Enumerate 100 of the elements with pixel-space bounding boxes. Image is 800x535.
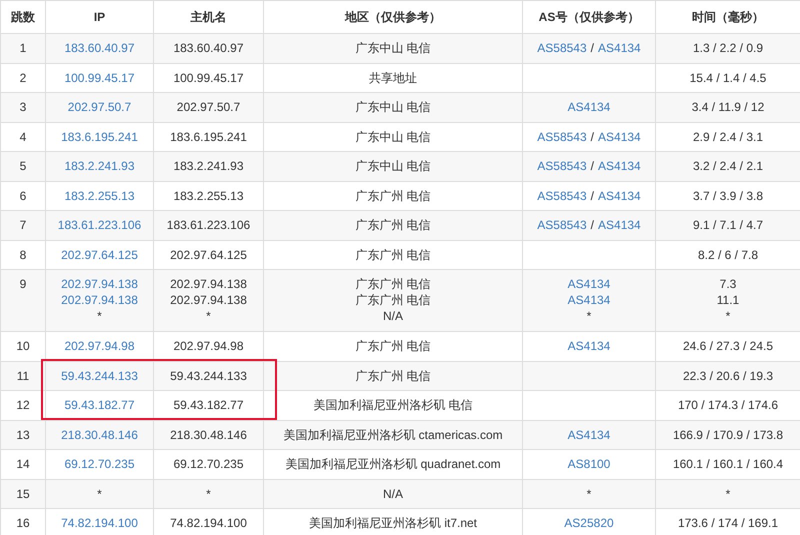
time-text: 3.2 / 2.4 / 2.1	[692, 158, 764, 174]
time-text: 3.4 / 11.9 / 12	[692, 99, 764, 116]
cell-text: /	[590, 217, 594, 234]
ip-link[interactable]: 202.97.94.138	[61, 292, 138, 308]
hop-number: 4	[20, 128, 26, 145]
hostname: 74.82.194.100	[170, 515, 247, 532]
as-link[interactable]: AS4134	[598, 128, 641, 145]
hostname: 202.97.94.138	[170, 276, 247, 292]
as-link[interactable]: AS58543	[537, 158, 587, 174]
ip-link[interactable]: 202.97.94.138	[61, 276, 138, 292]
hop-number: 5	[20, 158, 26, 174]
region-text: 广东中山 电信	[355, 128, 431, 145]
hostname: 218.30.48.146	[170, 426, 247, 443]
hostname: 183.2.241.93	[173, 158, 244, 174]
time-text: 173.6 / 174 / 169.1	[678, 515, 778, 532]
region-text: 广东广州 电信	[355, 292, 431, 308]
cell-text: /	[590, 188, 594, 204]
as-link[interactable]: AS4134	[568, 426, 610, 443]
time-text: 7.3	[720, 276, 736, 292]
hop-number: 14	[16, 456, 30, 472]
time-text: 8.2 / 6 / 7.8	[698, 246, 758, 263]
hostname: 183.6.195.241	[170, 128, 247, 145]
hostname: 183.2.255.13	[173, 188, 244, 204]
cell-text: *	[586, 486, 592, 502]
hostname: *	[206, 486, 211, 502]
as-link[interactable]: AS58543	[537, 128, 587, 145]
time-text: 3.7 / 3.9 / 3.8	[692, 188, 764, 204]
cell-text: *	[97, 308, 102, 324]
as-link[interactable]: AS4134	[598, 40, 641, 56]
hop-number: 11	[16, 368, 30, 384]
time-text: 22.3 / 20.6 / 19.3	[682, 368, 774, 384]
hop-number: 10	[16, 338, 30, 354]
cell-text: /	[590, 40, 594, 56]
region-text: 广东广州 电信	[355, 368, 431, 384]
hop-number: 7	[20, 217, 26, 234]
as-link[interactable]: AS4134	[598, 158, 641, 174]
region-text: 广东广州 电信	[355, 188, 431, 204]
as-link[interactable]: AS4134	[568, 338, 610, 354]
hostname: 183.61.223.106	[166, 217, 250, 234]
region-text: 广东中山 电信	[355, 158, 431, 174]
as-link[interactable]: AS4134	[568, 99, 610, 116]
time-text: *	[726, 308, 730, 324]
region-text: 共享地址	[369, 70, 417, 86]
hostname: 202.97.94.138	[170, 292, 247, 308]
time-text: 15.4 / 1.4 / 4.5	[690, 70, 766, 86]
hop-number: 2	[20, 70, 26, 86]
time-text: *	[726, 486, 730, 502]
cell-text: /	[590, 158, 594, 174]
hostname: 100.99.45.17	[173, 70, 244, 86]
region-text: 广东广州 电信	[355, 246, 431, 263]
region-text: N/A	[382, 486, 403, 502]
hop-number: 12	[16, 397, 30, 414]
as-link[interactable]: AS58543	[537, 40, 587, 56]
time-text: 170 / 174.3 / 174.6	[678, 397, 778, 414]
time-text: 9.1 / 7.1 / 4.7	[692, 217, 764, 234]
hostname: 183.60.40.97	[173, 40, 244, 56]
as-link[interactable]: AS4134	[568, 276, 610, 292]
hostname: 202.97.50.7	[176, 99, 240, 116]
hop-number: 16	[16, 515, 30, 532]
hostname: *	[206, 308, 211, 324]
time-text: 11.1	[716, 292, 740, 308]
region-text: 广东广州 电信	[355, 338, 431, 354]
as-link[interactable]: AS4134	[598, 188, 641, 204]
as-link[interactable]: AS4134	[568, 292, 610, 308]
hop-number: 13	[16, 426, 30, 443]
hostname: 59.43.182.77	[173, 397, 244, 414]
time-text: 24.6 / 27.3 / 24.5	[682, 338, 774, 354]
hop-number: 15	[16, 486, 30, 502]
hostname: 202.97.64.125	[170, 246, 247, 263]
time-text: 166.9 / 170.9 / 173.8	[672, 426, 784, 443]
region-text: 广东广州 电信	[355, 276, 431, 292]
cell-text: *	[97, 486, 102, 502]
hop-number: 8	[20, 246, 26, 263]
region-text: N/A	[382, 308, 403, 324]
as-link[interactable]: AS8100	[568, 456, 610, 472]
region-text: 美国加利福尼亚州洛杉矶 quadranet.com	[285, 456, 501, 472]
hop-number: 6	[20, 188, 26, 204]
cell-text: *	[586, 308, 592, 324]
column-header: 时间（毫秒）	[692, 10, 764, 24]
column-header: AS号（仅供参考）	[538, 10, 640, 24]
region-text: 美国加利福尼亚州洛杉矶 电信	[313, 397, 473, 414]
column-header: 跳数	[11, 10, 35, 24]
hop-number: 1	[20, 40, 26, 56]
region-text: 美国加利福尼亚州洛杉矶 it7.net	[308, 515, 478, 532]
as-link[interactable]: AS58543	[537, 188, 587, 204]
hop-number: 3	[20, 99, 26, 116]
as-link[interactable]: AS4134	[598, 217, 641, 234]
column-header: 主机名	[190, 10, 226, 24]
region-text: 广东中山 电信	[355, 99, 431, 116]
region-text: 美国加利福尼亚州洛杉矶 ctamericas.com	[283, 426, 503, 443]
hop-number: 9	[20, 276, 26, 292]
as-link[interactable]: AS58543	[537, 217, 587, 234]
time-text: 1.3 / 2.2 / 0.9	[692, 40, 764, 56]
column-header: 地区（仅供参考）	[345, 10, 441, 24]
region-text: 广东中山 电信	[355, 40, 431, 56]
hostname: 59.43.244.133	[170, 368, 247, 384]
column-header: IP	[94, 10, 106, 24]
hostname: 202.97.94.98	[173, 338, 244, 354]
time-text: 2.9 / 2.4 / 3.1	[692, 128, 764, 145]
region-text: 广东广州 电信	[355, 217, 431, 234]
